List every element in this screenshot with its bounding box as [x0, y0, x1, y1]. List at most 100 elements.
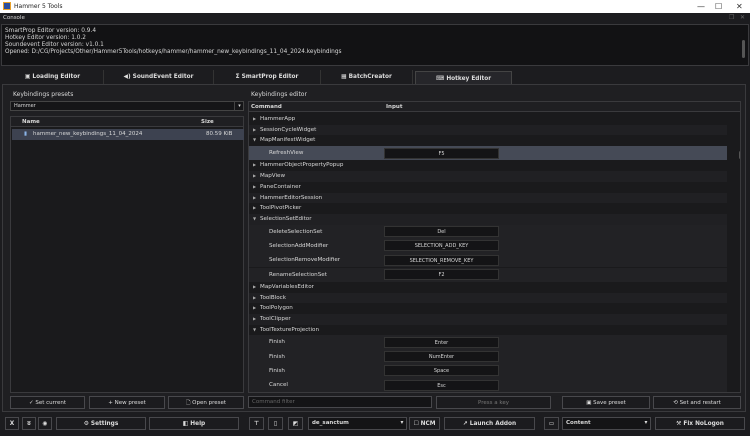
expand-down-icon[interactable]: ▼ — [253, 135, 256, 146]
settings-button[interactable]: ⚙ Settings — [56, 417, 146, 430]
press-key-button[interactable]: Press a key — [436, 396, 551, 409]
expand-right-icon[interactable]: ▶ — [253, 160, 256, 171]
preset-file-list: Name Size ▮ hammer_new_keybindings_11_04… — [10, 116, 244, 393]
column-name[interactable]: Name — [22, 117, 40, 127]
key-input[interactable]: Del — [384, 226, 499, 238]
column-input[interactable]: Input — [386, 102, 402, 112]
command-label: SelectionSetEditor — [260, 215, 312, 222]
file-row[interactable]: ▮ hammer_new_keybindings_11_04_2024 80.5… — [12, 129, 244, 140]
expand-right-icon[interactable]: ▶ — [253, 314, 256, 325]
expand-right-icon[interactable]: ▶ — [253, 114, 256, 125]
discord-button[interactable]: ◉ — [38, 417, 52, 430]
tree-group-row[interactable]: ▶ MapVariablesEditor — [249, 282, 727, 293]
open-folder-button[interactable]: ▭ — [544, 417, 559, 430]
console-line: Opened: D:/CG/Projects/Other/Hammer5Tool… — [5, 49, 342, 55]
console-scrollbar[interactable] — [742, 40, 745, 58]
tree-binding-row[interactable]: Finish Space — [249, 363, 727, 379]
tab-hotkey-editor[interactable]: ⌨ Hotkey Editor — [415, 71, 512, 85]
expand-down-icon[interactable]: ▼ — [253, 214, 256, 225]
chevron-down-icon[interactable]: ▾ — [234, 101, 244, 111]
set-current-button[interactable]: ✓ Set current — [10, 396, 85, 409]
tree-group-row[interactable]: ▶ PaneContainer — [249, 182, 727, 193]
tab-loading-editor[interactable]: ▣ Loading Editor — [2, 70, 104, 84]
pin-button[interactable]: ⊤ — [249, 417, 264, 430]
key-input[interactable]: Space — [384, 365, 499, 377]
fix-nologon-button[interactable]: ⚒ Fix NoLogon — [655, 417, 745, 430]
tree-group-row[interactable]: ▶ HammerEditorSession — [249, 192, 727, 204]
app-logo-icon — [3, 2, 11, 10]
key-input[interactable]: SELECTION_REMOVE_KEY — [384, 254, 499, 266]
ncm-checkbox[interactable]: ☐ NCM — [409, 417, 440, 430]
tree-group-row[interactable]: ▼ ToolTextureProjection — [249, 325, 727, 336]
tree-group-row[interactable]: ▶ HammerApp — [249, 114, 727, 125]
expand-right-icon[interactable]: ▶ — [253, 125, 256, 136]
new-preset-button[interactable]: + New preset — [89, 396, 165, 409]
key-input[interactable]: F5 — [384, 147, 499, 159]
content-dropdown[interactable]: Content — [562, 417, 651, 430]
tree-binding-row[interactable]: RefreshView F5 — [249, 146, 727, 161]
tree-binding-row[interactable]: Finish NumEnter — [249, 349, 727, 364]
expand-right-icon[interactable]: ▶ — [253, 203, 256, 214]
tree-group-row[interactable]: ▶ ToolPivotPicker — [249, 203, 727, 214]
expand-right-icon[interactable]: ▶ — [253, 193, 256, 204]
expand-right-icon[interactable]: ▶ — [253, 171, 256, 182]
tab-batchcreator[interactable]: ▦ BatchCreator — [321, 70, 413, 84]
bluesky-button[interactable]: ʬ — [22, 417, 36, 430]
expand-right-icon[interactable]: ▶ — [253, 282, 256, 293]
screenshot-button[interactable]: ◩ — [288, 417, 303, 430]
expand-down-icon[interactable]: ▼ — [253, 325, 256, 336]
tree-binding-row[interactable]: Finish Enter — [249, 335, 727, 350]
preset-dropdown[interactable]: Hammer — [10, 101, 244, 111]
key-input[interactable]: F2 — [384, 269, 499, 280]
set-and-restart-button[interactable]: ⟲ Set and restart — [653, 396, 741, 409]
save-preset-button[interactable]: ▣ Save preset — [562, 396, 650, 409]
tree-group-row[interactable]: ▶ ToolBlock — [249, 292, 727, 304]
tree-group-row[interactable]: ▶ ToolPolygon — [249, 303, 727, 314]
undock-icon[interactable]: ❐ — [729, 14, 734, 21]
key-input[interactable]: NumEnter — [384, 351, 499, 363]
expand-right-icon[interactable]: ▶ — [253, 182, 256, 193]
tree-binding-row[interactable]: SelectionRemoveModifier SELECTION_REMOVE_… — [249, 253, 727, 268]
command-label: RenameSelectionSet — [269, 271, 327, 278]
addon-dropdown[interactable]: de_sanctum — [308, 417, 407, 430]
console-close-icon[interactable]: ✕ — [740, 14, 745, 21]
tree-scrollbar[interactable] — [739, 151, 740, 159]
tab-smartprop-editor[interactable]: Σ SmartProp Editor — [214, 70, 321, 84]
tab-soundevent-editor[interactable]: ◀) SoundEvent Editor — [104, 70, 214, 84]
tree-header: Command Input — [249, 102, 740, 112]
tree-binding-row[interactable]: SelectionAddModifier SELECTION_ADD_KEY — [249, 238, 727, 254]
tree-binding-row[interactable]: Cancel Esc — [249, 378, 727, 392]
minimize-button[interactable]: — — [697, 2, 705, 11]
expand-right-icon[interactable]: ▶ — [253, 293, 256, 304]
trash-icon: ▯ — [273, 421, 278, 427]
chevron-down-icon[interactable]: ▾ — [397, 417, 407, 430]
column-size[interactable]: Size — [201, 117, 214, 127]
tree-group-row[interactable]: ▶ HammerObjectPropertyPopup — [249, 160, 727, 171]
tree-group-row[interactable]: ▶ ToolClipper — [249, 313, 727, 325]
command-label: HammerEditorSession — [260, 194, 323, 201]
key-input[interactable]: Enter — [384, 336, 499, 348]
column-command[interactable]: Command — [251, 102, 282, 112]
chevron-down-icon[interactable]: ▾ — [641, 417, 651, 430]
delete-button[interactable]: ▯ — [268, 417, 283, 430]
tree-group-row[interactable]: ▼ MapManifestWidget — [249, 135, 727, 146]
tree-binding-row[interactable]: DeleteSelectionSet Del — [249, 224, 727, 239]
tree-group-row[interactable]: ▶ SessionCycleWidget — [249, 124, 727, 136]
console-output[interactable]: SmartProp Editor version: 0.9.4 Hotkey E… — [1, 24, 749, 66]
command-label: MapManifestWidget — [260, 137, 316, 144]
tree-group-row[interactable]: ▼ SelectionSetEditor — [249, 213, 727, 225]
keybindings-tree: Command Input ▶ HammerApp ▶ SessionCycleWid… — [248, 101, 741, 393]
key-input[interactable]: Esc — [384, 379, 499, 391]
maximize-button[interactable]: ☐ — [715, 2, 722, 11]
open-preset-button[interactable]: 🗋 Open preset — [168, 396, 244, 409]
expand-right-icon[interactable]: ▶ — [253, 303, 256, 314]
tree-group-row[interactable]: ▶ MapView — [249, 171, 727, 182]
help-button[interactable]: ◧ Help — [149, 417, 239, 430]
command-filter-input[interactable]: Command filter — [248, 396, 432, 408]
close-button[interactable]: ✕ — [736, 2, 743, 11]
key-input[interactable]: SELECTION_ADD_KEY — [384, 240, 499, 252]
launch-addon-button[interactable]: ↗ Launch Addon — [444, 417, 535, 430]
command-label: Finish — [269, 367, 285, 374]
tree-binding-row[interactable]: RenameSelectionSet F2 — [249, 267, 727, 282]
x-twitter-button[interactable]: X — [5, 417, 19, 430]
